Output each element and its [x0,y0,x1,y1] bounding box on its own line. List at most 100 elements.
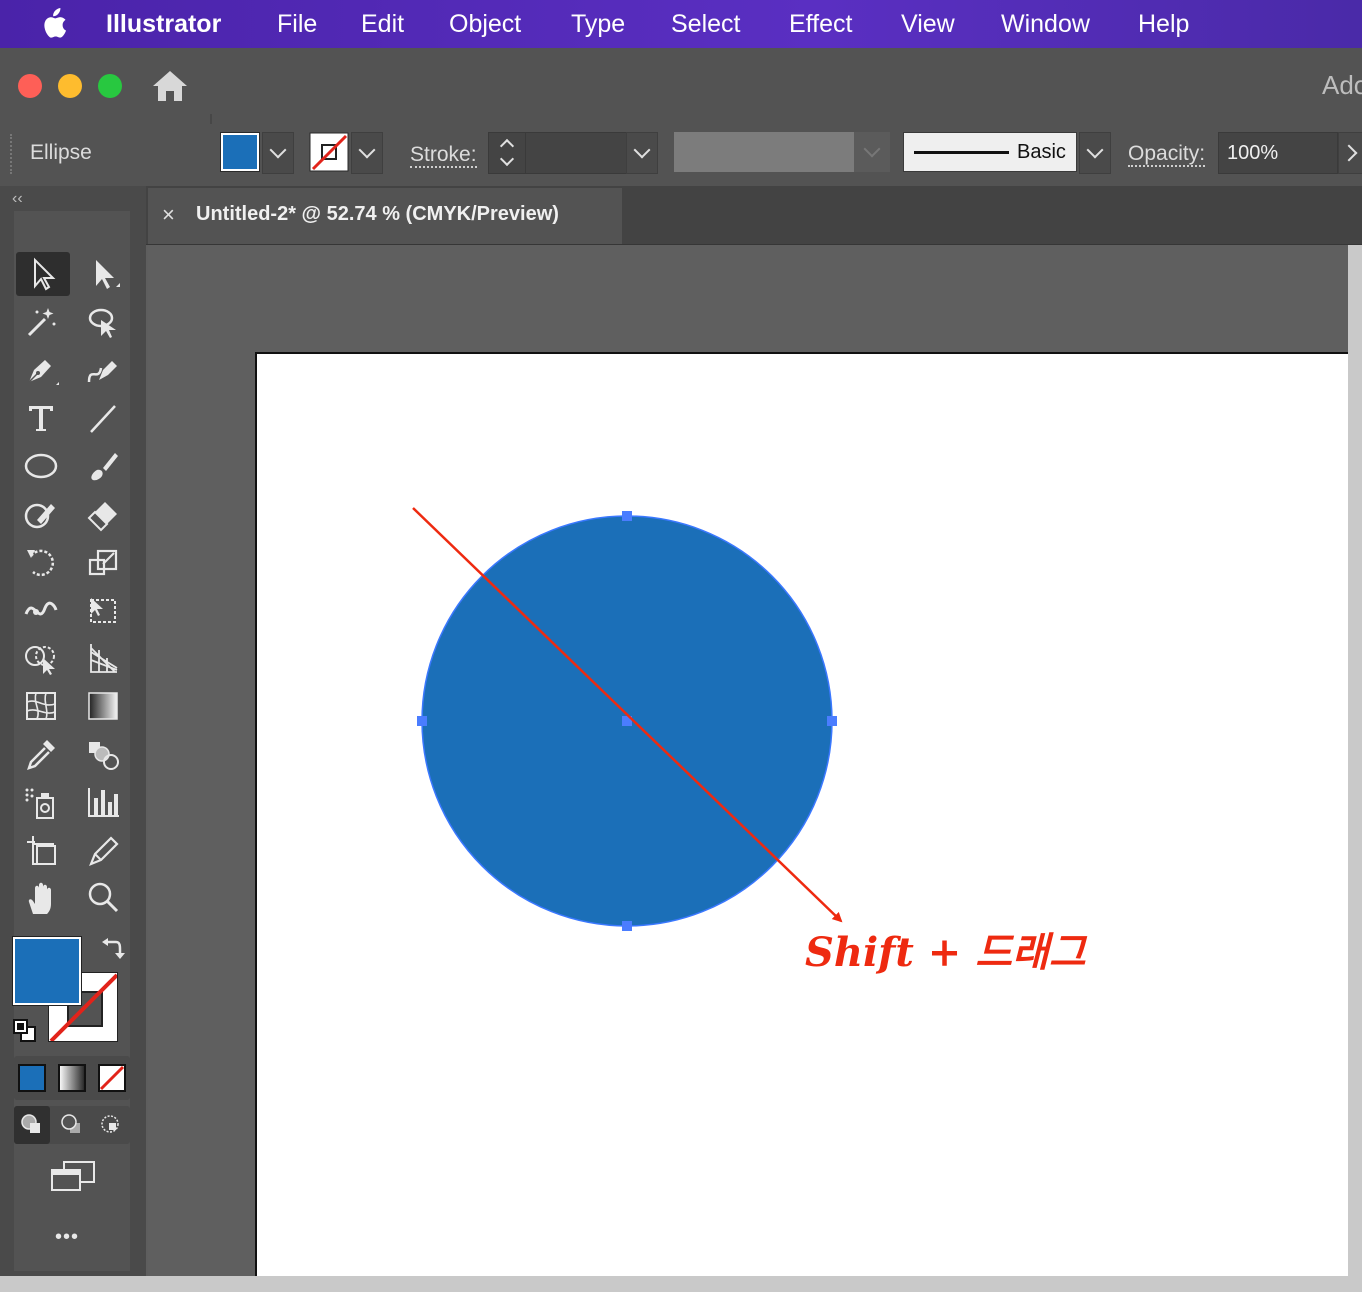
eraser-icon [87,502,117,532]
direct-selection-arrow-icon [96,260,120,289]
gradient-mode-icon[interactable] [58,1064,86,1092]
apple-logo-icon[interactable] [38,8,68,40]
fill-dropdown-button[interactable] [262,132,294,174]
draw-behind-icon[interactable] [60,1113,84,1137]
blend-tool[interactable] [78,732,128,776]
line-segment-icon [90,405,116,433]
swap-fill-stroke-icon[interactable] [100,936,126,962]
draw-normal-icon [21,1114,40,1133]
mesh-tool[interactable] [16,684,66,728]
draw-normal-button[interactable] [14,1106,50,1144]
fill-swatch-button[interactable] [220,132,260,172]
horizontal-scrollbar[interactable] [0,1276,1362,1292]
document-tab-title[interactable]: Untitled-2* @ 52.74 % (CMYK/Preview) [196,203,559,226]
gradient-tool[interactable] [78,684,128,728]
variable-width-profile-field[interactable] [674,132,854,172]
vertical-scrollbar[interactable] [1348,245,1362,1276]
paintbrush-icon [91,453,118,481]
chevron-down-icon [863,140,881,158]
collapse-panel-icon[interactable]: ‹‹ [12,190,23,208]
symbol-sprayer-icon [25,788,54,819]
shaper-tool[interactable] [16,492,66,536]
magic-wand-icon [27,308,56,337]
close-tab-icon[interactable]: × [162,202,175,228]
hand-icon [28,882,51,914]
stroke-weight-dropdown[interactable] [626,132,658,174]
rotate-tool[interactable] [16,540,66,584]
stroke-weight-input[interactable] [525,132,627,174]
lasso-icon [88,308,116,338]
hand-tool[interactable] [16,876,66,920]
width-tool-icon [24,601,58,616]
eyedropper-tool[interactable] [16,732,66,776]
chevron-down-icon [633,141,651,159]
opacity-arrow-button[interactable] [1338,132,1362,174]
line-segment-tool[interactable] [78,396,128,440]
selection-arrow-icon [34,257,56,291]
menu-help[interactable]: Help [1138,9,1189,39]
slice-tool[interactable] [78,828,128,872]
minimize-window-button[interactable] [58,74,82,98]
menu-object[interactable]: Object [449,9,521,39]
opacity-input[interactable]: 100% [1218,132,1338,174]
stroke-weight-stepper[interactable] [488,132,526,174]
magic-wand-tool[interactable] [16,300,66,344]
mesh-icon [26,692,56,720]
ellipse-tool[interactable] [16,444,66,488]
slice-knife-icon [89,836,119,866]
lasso-tool[interactable] [78,300,128,344]
stroke-none-swatch-icon[interactable] [309,132,349,172]
stroke-dropdown-button[interactable] [351,132,383,174]
brush-dropdown-button[interactable] [1079,132,1111,174]
perspective-grid-tool[interactable] [78,636,128,680]
opacity-value: 100% [1227,142,1279,164]
opacity-label[interactable]: Opacity: [1128,143,1206,167]
brush-definition-field[interactable]: Basic [903,132,1077,172]
screen-mode-icon[interactable] [50,1158,96,1194]
pen-tool[interactable] [16,348,66,392]
titlebar-right-text[interactable]: Ado [1322,70,1362,101]
scale-tool[interactable] [78,540,128,584]
shape-builder-icon [25,646,55,675]
color-mode-icon[interactable] [18,1064,46,1092]
artboard[interactable] [255,352,1350,1280]
shape-builder-tool[interactable] [16,636,66,680]
menu-file[interactable]: File [277,9,317,39]
shaper-icon [24,503,55,529]
magnifier-icon [88,882,119,913]
curvature-tool[interactable] [78,348,128,392]
none-mode-icon[interactable] [98,1064,126,1092]
menu-edit[interactable]: Edit [361,9,404,39]
draw-inside-icon[interactable] [99,1113,123,1137]
fill-color-swatch[interactable] [12,936,82,1006]
document-tab[interactable]: × Untitled-2* @ 52.74 % (CMYK/Preview) [148,188,622,244]
zoom-tool[interactable] [78,876,128,920]
close-window-button[interactable] [18,74,42,98]
paintbrush-tool[interactable] [78,444,128,488]
stroke-label[interactable]: Stroke: [410,144,477,168]
free-transform-tool[interactable] [78,588,128,632]
menu-select[interactable]: Select [671,9,740,39]
column-graph-icon [88,788,119,817]
column-graph-tool[interactable] [78,780,128,824]
home-icon[interactable] [150,68,190,104]
control-bar-grip[interactable] [10,134,15,174]
artboard-tool[interactable] [16,828,66,872]
direct-selection-tool[interactable] [78,252,128,296]
eraser-tool[interactable] [78,492,128,536]
scale-icon [88,549,118,576]
menu-window[interactable]: Window [1001,9,1090,39]
selection-tool[interactable] [16,252,70,296]
width-tool[interactable] [16,588,66,632]
type-tool[interactable] [16,396,66,440]
zoom-window-button[interactable] [98,74,122,98]
menu-app-name[interactable]: Illustrator [106,9,221,39]
edit-toolbar-icon[interactable]: ••• [55,1226,79,1249]
menu-view[interactable]: View [901,9,955,39]
variable-width-profile-dropdown[interactable] [854,132,890,172]
symbol-sprayer-tool[interactable] [16,780,66,824]
menu-type[interactable]: Type [571,9,625,39]
ellipse-icon [24,453,58,479]
menu-effect[interactable]: Effect [789,9,852,39]
default-fill-stroke-icon[interactable] [12,1018,38,1044]
